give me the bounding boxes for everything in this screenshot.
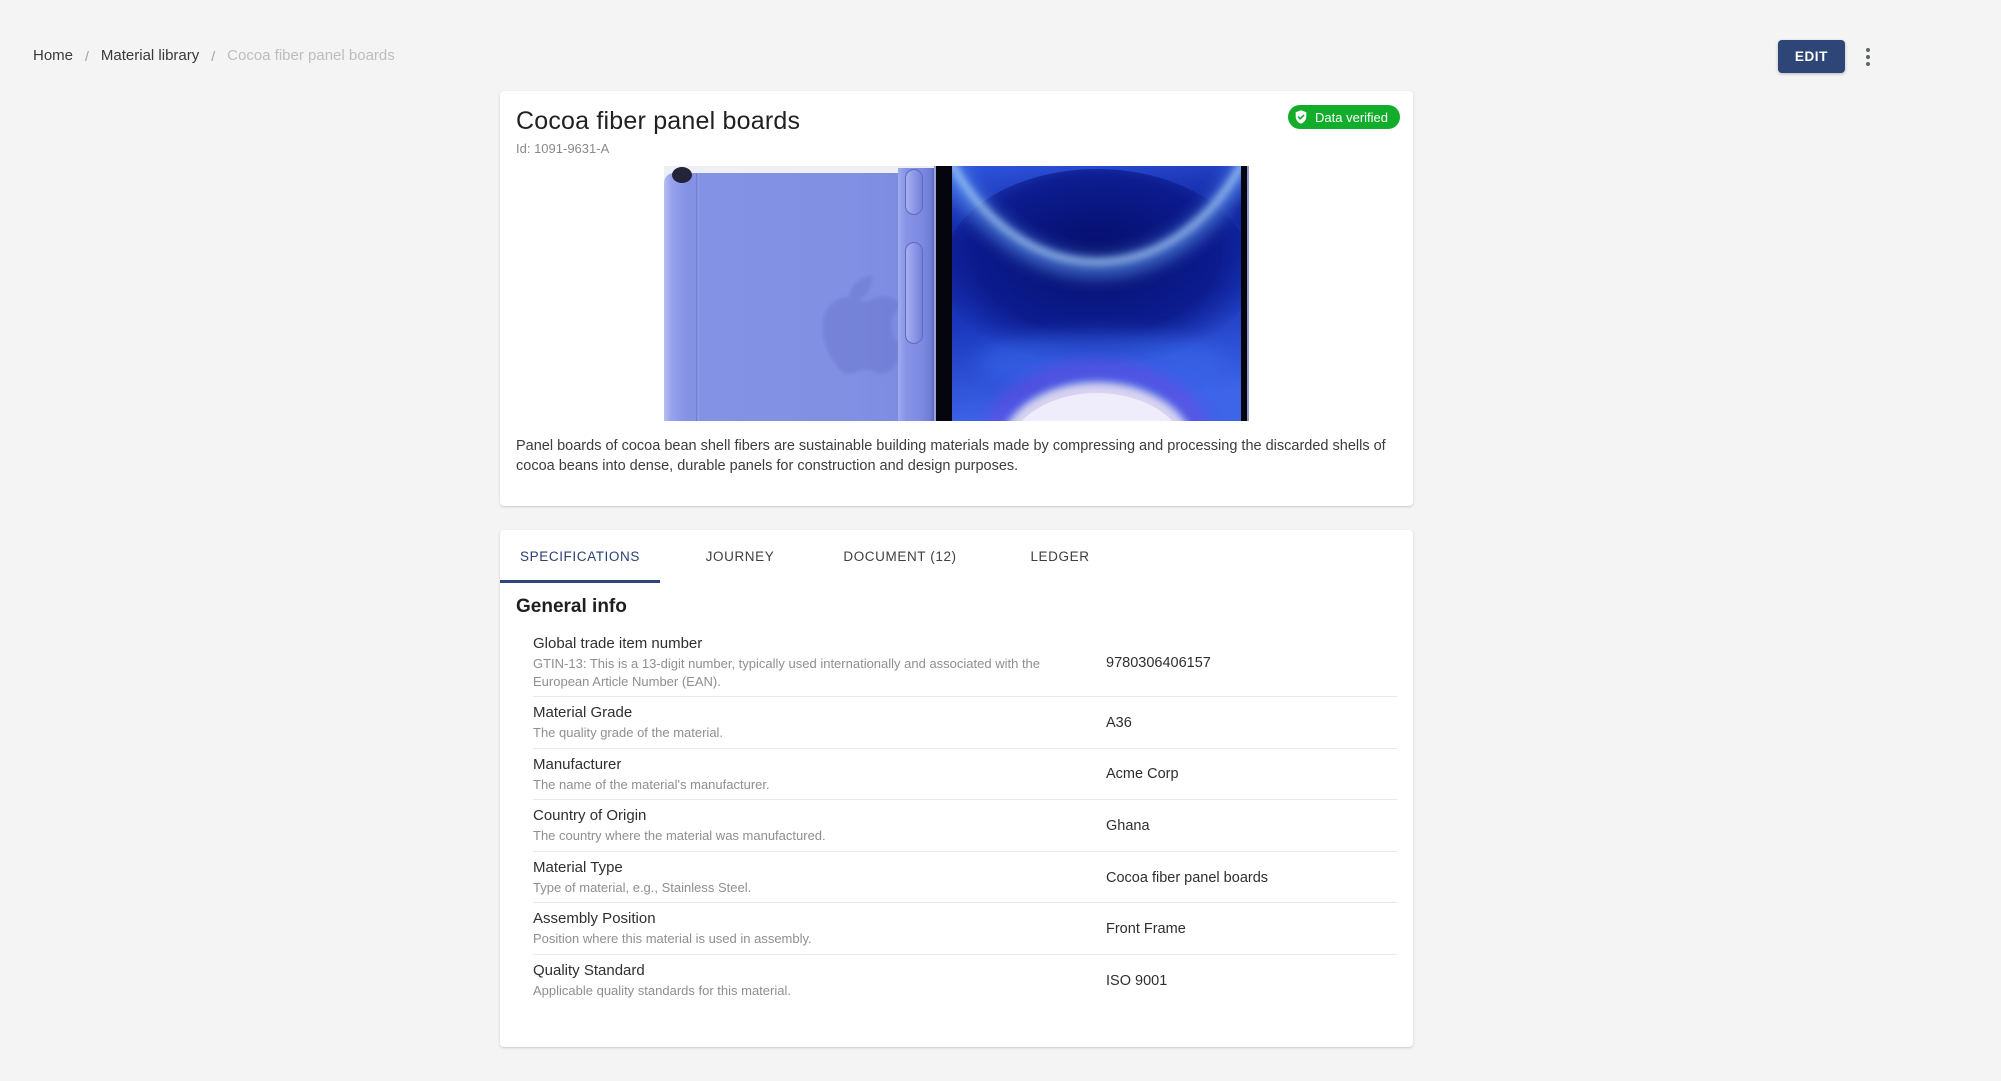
phone-screen-wallpaper — [952, 166, 1241, 421]
phone-volume-button — [905, 242, 923, 344]
product-photo — [664, 166, 1249, 421]
page-title: Cocoa fiber panel boards — [516, 107, 1397, 136]
top-bar: Home / Material library / Cocoa fiber pa… — [0, 0, 2001, 75]
row-value: Cocoa fiber panel boards — [1106, 859, 1397, 897]
breadcrumb: Home / Material library / Cocoa fiber pa… — [33, 47, 395, 64]
row-label: Global trade item number — [533, 635, 1106, 652]
row-value: A36 — [1106, 704, 1397, 742]
material-id: Id: 1091-9631-A — [516, 141, 1397, 156]
material-description-text: Panel boards of cocoa bean shell fibers … — [516, 436, 1397, 476]
info-row-material-type: Material Type Type of material, e.g., St… — [533, 852, 1397, 904]
shield-check-icon — [1293, 109, 1309, 125]
tab-journey[interactable]: JOURNEY — [660, 530, 820, 583]
row-label: Material Grade — [533, 704, 1106, 721]
material-detail-card: SPECIFICATIONS JOURNEY DOCUMENT (12) LED… — [500, 530, 1413, 1047]
row-description: Type of material, e.g., Stainless Steel. — [533, 879, 1055, 897]
row-description: The quality grade of the material. — [533, 724, 1055, 742]
row-value: ISO 9001 — [1106, 962, 1397, 1000]
phone-bezel — [1241, 166, 1249, 421]
row-description: The country where the material was manuf… — [533, 827, 1055, 845]
breadcrumb-separator: / — [85, 48, 89, 64]
apple-logo — [812, 271, 908, 381]
material-header: Cocoa fiber panel boards Id: 1091-9631-A… — [500, 91, 1413, 166]
material-overview-card: Cocoa fiber panel boards Id: 1091-9631-A… — [500, 91, 1413, 506]
breadcrumb-separator: / — [211, 48, 215, 64]
status-badge-label: Data verified — [1315, 110, 1388, 125]
breadcrumb-material-library[interactable]: Material library — [101, 47, 199, 64]
row-label: Quality Standard — [533, 962, 1106, 979]
row-value: 9780306406157 — [1106, 635, 1397, 690]
row-description: Position where this material is used in … — [533, 930, 1055, 948]
camera-dot — [672, 167, 692, 183]
info-row-assembly-position: Assembly Position Position where this ma… — [533, 903, 1397, 955]
status-badge: Data verified — [1288, 105, 1400, 129]
breadcrumb-home[interactable]: Home — [33, 47, 73, 64]
phone-back-panel — [664, 173, 898, 421]
row-label: Manufacturer — [533, 756, 1106, 773]
edit-button[interactable]: EDIT — [1778, 40, 1845, 73]
row-label: Country of Origin — [533, 807, 1106, 824]
row-description: The name of the material's manufacturer. — [533, 776, 1055, 794]
row-value: Ghana — [1106, 807, 1397, 845]
row-label: Material Type — [533, 859, 1106, 876]
more-options-icon[interactable] — [1861, 42, 1875, 72]
content-column: Cocoa fiber panel boards Id: 1091-9631-A… — [500, 91, 1413, 1047]
phone-bezel — [934, 166, 952, 421]
info-row-gtin: Global trade item number GTIN-13: This i… — [533, 628, 1397, 697]
phone-side-frame — [898, 168, 934, 421]
info-row-country-of-origin: Country of Origin The country where the … — [533, 800, 1397, 852]
row-label: Assembly Position — [533, 910, 1106, 927]
info-row-manufacturer: Manufacturer The name of the material's … — [533, 749, 1397, 801]
row-value: Front Frame — [1106, 910, 1397, 948]
info-row-material-grade: Material Grade The quality grade of the … — [533, 697, 1397, 749]
section-heading: General info — [516, 596, 1397, 618]
material-description: Panel boards of cocoa bean shell fibers … — [500, 421, 1413, 506]
tab-ledger[interactable]: LEDGER — [980, 530, 1140, 583]
row-description: GTIN-13: This is a 13-digit number, typi… — [533, 655, 1055, 690]
row-description: Applicable quality standards for this ma… — [533, 982, 1055, 1000]
tab-specifications[interactable]: SPECIFICATIONS — [500, 530, 660, 583]
row-value: Acme Corp — [1106, 756, 1397, 794]
breadcrumb-current-page: Cocoa fiber panel boards — [227, 47, 395, 64]
general-info-list: Global trade item number GTIN-13: This i… — [533, 628, 1397, 1005]
header-actions: EDIT — [1778, 40, 1875, 73]
tab-bar: SPECIFICATIONS JOURNEY DOCUMENT (12) LED… — [500, 530, 1413, 583]
phone-action-button — [905, 169, 923, 215]
tab-document[interactable]: DOCUMENT (12) — [820, 530, 980, 583]
specifications-panel: General info Global trade item number GT… — [500, 596, 1413, 1005]
info-row-quality-standard: Quality Standard Applicable quality stan… — [533, 955, 1397, 1006]
